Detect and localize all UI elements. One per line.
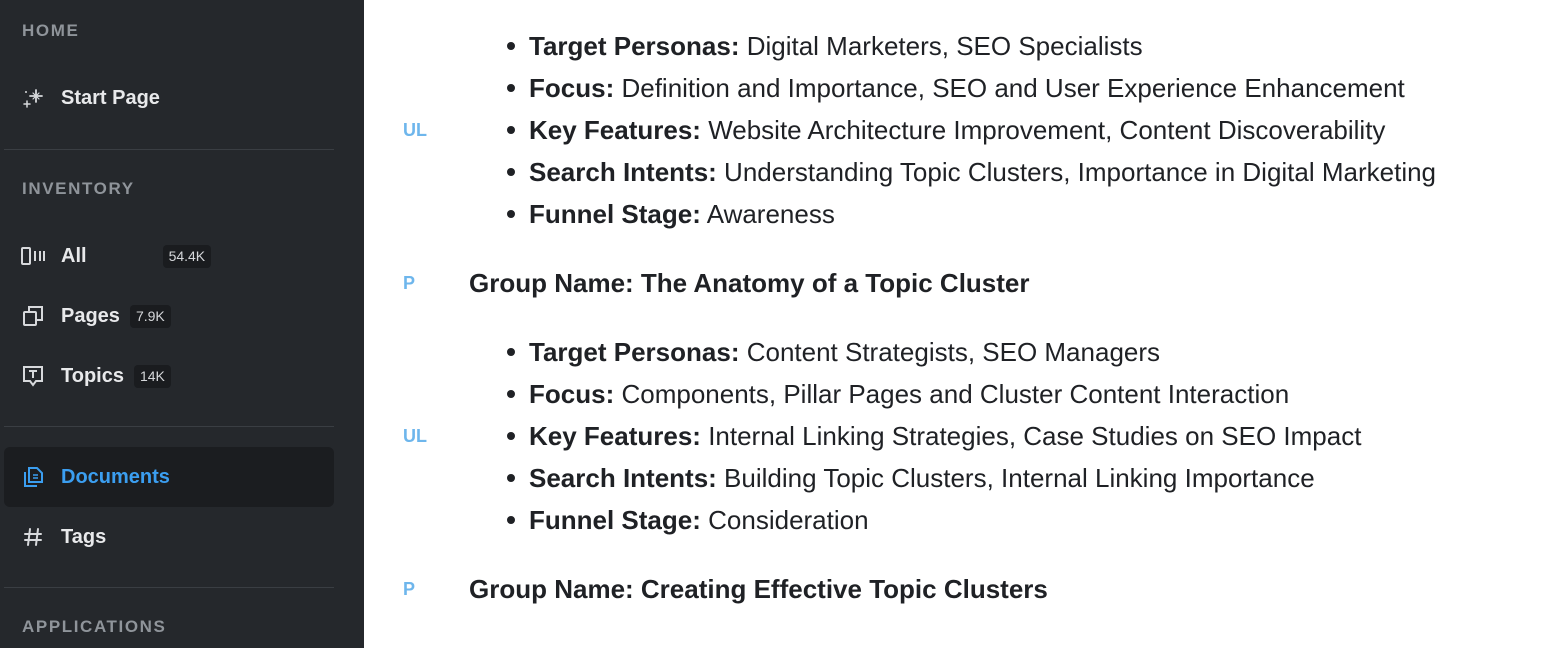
sidebar-item-label: Topics [61, 364, 124, 387]
list-item-key: Search Intents: [529, 463, 717, 493]
list-item-value: Internal Linking Strategies, Case Studie… [700, 421, 1362, 451]
list-item-key: Target Personas: [529, 31, 740, 61]
list-item-key: Search Intents: [529, 157, 717, 187]
list-item-key: Funnel Stage: [529, 505, 701, 535]
count-badge: 54.4K [162, 244, 212, 268]
list-item-value: Definition and Importance, SEO and User … [614, 73, 1405, 103]
list-item[interactable]: Target Personas: Digital Marketers, SEO … [506, 25, 1436, 67]
count-badge: 14K [133, 364, 171, 388]
sparkle-icon [21, 86, 45, 110]
sidebar-item-pages[interactable]: Pages 7.9K [4, 286, 334, 346]
block-type-label[interactable]: P [403, 273, 415, 294]
pages-icon [21, 304, 45, 328]
app-window: HOME Start Page INVENTORY All 54.4K Page… [0, 0, 1550, 648]
list-item[interactable]: Key Features: Internal Linking Strategie… [506, 415, 1362, 457]
sidebar-item-label: Documents [61, 465, 170, 488]
list-item-key: Funnel Stage: [529, 199, 701, 229]
list-item-value: Content Strategists, SEO Managers [739, 337, 1161, 367]
count-badge: 7.9K [129, 304, 171, 328]
topic-icon [21, 364, 45, 388]
list-item-value: Awareness [700, 199, 835, 229]
group-heading[interactable]: Group Name: The Anatomy of a Topic Clust… [469, 268, 1030, 299]
sidebar-item-tags[interactable]: Tags [4, 507, 334, 567]
bullet-list[interactable]: Target Personas: Digital Marketers, SEO … [506, 25, 1437, 235]
list-item-value: Digital Marketers, SEO Specialists [739, 31, 1143, 61]
list-item[interactable]: Focus: Definition and Importance, SEO an… [506, 67, 1436, 109]
list-item-value: Components, Pillar Pages and Cluster Con… [614, 379, 1290, 409]
sidebar: HOME Start Page INVENTORY All 54.4K Page… [0, 0, 364, 648]
sidebar-item-all[interactable]: All 54.4K [4, 226, 334, 286]
block-type-label[interactable]: P [403, 579, 415, 600]
sidebar-item-documents[interactable]: Documents [4, 447, 334, 507]
list-item-value: Building Topic Clusters, Internal Linkin… [716, 463, 1315, 493]
list-item[interactable]: Focus: Components, Pillar Pages and Clus… [506, 373, 1361, 415]
list-item-key: Key Features: [529, 421, 701, 451]
sidebar-item-label: Tags [61, 525, 107, 548]
sidebar-item-label: Start Page [61, 86, 160, 109]
sidebar-divider [4, 587, 334, 588]
sidebar-divider [4, 149, 334, 150]
columns-icon [21, 244, 45, 268]
block-type-label[interactable]: UL [403, 120, 427, 141]
document-editor[interactable]: UL Target Personas: Digital Marketers, S… [364, 0, 1550, 648]
list-item[interactable]: Funnel Stage: Consideration [506, 499, 1361, 541]
sidebar-item-label: Pages [61, 304, 120, 327]
sidebar-item-topics[interactable]: Topics 14K [4, 346, 334, 406]
group-heading[interactable]: Group Name: Creating Effective Topic Clu… [469, 574, 1048, 605]
list-item-key: Key Features: [529, 115, 701, 145]
document-icon [21, 465, 45, 489]
list-item[interactable]: Key Features: Website Architecture Impro… [506, 109, 1436, 151]
sidebar-item-start-page[interactable]: Start Page [4, 68, 334, 128]
list-item-key: Focus: [529, 73, 615, 103]
list-item-key: Target Personas: [529, 337, 740, 367]
sidebar-item-label: All [61, 244, 87, 267]
list-item[interactable]: Search Intents: Building Topic Clusters,… [506, 457, 1361, 499]
section-header-home: HOME [22, 21, 80, 40]
section-header-applications: APPLICATIONS [22, 617, 167, 636]
section-header-inventory: INVENTORY [22, 179, 135, 198]
hash-icon [21, 525, 45, 549]
list-item-key: Focus: [529, 379, 615, 409]
list-item-value: Consideration [700, 505, 869, 535]
bullet-list[interactable]: Target Personas: Content Strategists, SE… [506, 331, 1362, 541]
sidebar-divider [4, 426, 334, 427]
list-item-value: Website Architecture Improvement, Conten… [700, 115, 1386, 145]
list-item-value: Understanding Topic Clusters, Importance… [716, 157, 1437, 187]
list-item[interactable]: Target Personas: Content Strategists, SE… [506, 331, 1361, 373]
list-item[interactable]: Funnel Stage: Awareness [506, 193, 1436, 235]
block-type-label[interactable]: UL [403, 426, 427, 447]
list-item[interactable]: Search Intents: Understanding Topic Clus… [506, 151, 1437, 193]
